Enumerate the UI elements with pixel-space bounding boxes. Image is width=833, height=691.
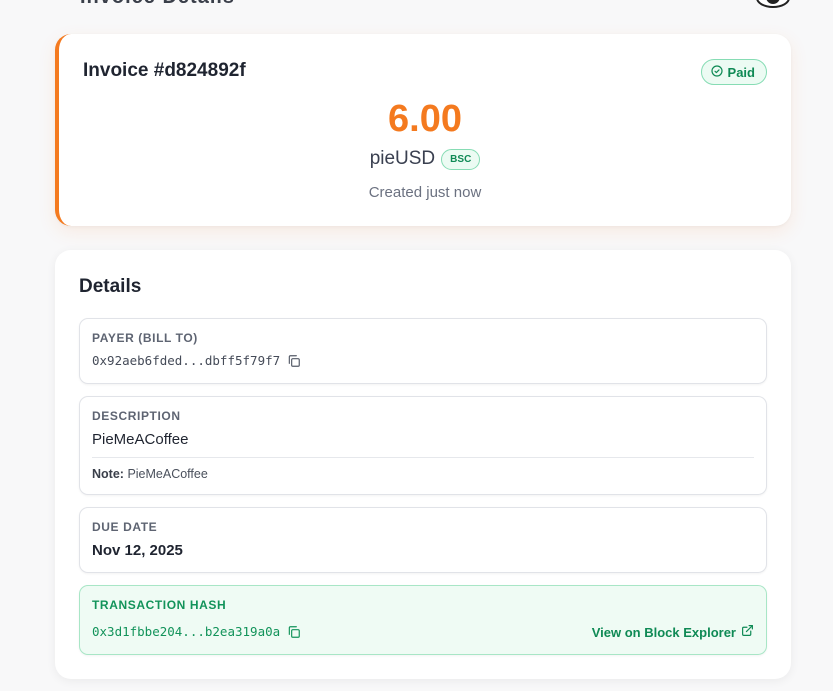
- due-date-value: Nov 12, 2025: [92, 542, 183, 559]
- transaction-hash-label: TRANSACTION HASH: [92, 598, 227, 612]
- status-badge: Paid: [700, 59, 767, 85]
- description-note: Note: PieMeACoffee: [92, 467, 208, 481]
- payer-address: 0x92aeb6fded...dbff5f79f7: [92, 353, 281, 368]
- description-value: PieMeACoffee: [92, 431, 189, 448]
- invoice-amount: 6.00: [388, 98, 462, 140]
- user-avatar[interactable]: [756, 0, 790, 8]
- invoice-summary-card: Invoice #d824892f Paid 6.00 pieUSD BSC C…: [55, 34, 791, 226]
- invoice-title: Invoice #d824892f: [83, 60, 246, 81]
- page-heading-cutoff: Invoice Details: [80, 0, 235, 9]
- explorer-link-label: View on Block Explorer: [591, 624, 736, 640]
- created-time: Created just now: [368, 184, 482, 201]
- currency-label: pieUSD: [369, 148, 436, 169]
- copy-icon[interactable]: [287, 625, 301, 639]
- transaction-hash-field: TRANSACTION HASH 0x3d1fbbe204...b2ea319a…: [79, 585, 767, 655]
- external-link-icon: [741, 624, 754, 640]
- description-label: DESCRIPTION: [92, 409, 181, 423]
- view-on-block-explorer-link[interactable]: View on Block Explorer: [592, 624, 754, 640]
- note-value: PieMeACoffee: [127, 467, 208, 481]
- chain-badge: BSC: [441, 148, 481, 170]
- due-date-field: DUE DATE Nov 12, 2025: [79, 507, 767, 573]
- details-card: Details PAYER (BILL TO) 0x92aeb6fded...d…: [55, 250, 791, 679]
- currency-row: pieUSD BSC: [59, 148, 791, 170]
- payer-value-row: 0x92aeb6fded...dbff5f79f7: [92, 353, 301, 368]
- transaction-value-row: 0x3d1fbbe204...b2ea319a0a: [92, 624, 301, 639]
- transaction-hash: 0x3d1fbbe204...b2ea319a0a: [92, 624, 281, 639]
- invoice-page: Invoice Details Invoice #d824892f Paid 6…: [0, 0, 833, 691]
- divider: [92, 457, 754, 458]
- payer-label: PAYER (BILL TO): [92, 331, 198, 345]
- payer-field: PAYER (BILL TO) 0x92aeb6fded...dbff5f79f…: [79, 318, 767, 384]
- due-date-label: DUE DATE: [92, 520, 158, 534]
- status-label: Paid: [727, 64, 755, 80]
- description-field: DESCRIPTION PieMeACoffee Note: PieMeACof…: [79, 396, 767, 495]
- check-circle-icon: [710, 64, 723, 80]
- note-label: Note:: [92, 467, 124, 481]
- copy-icon[interactable]: [287, 354, 301, 368]
- details-title: Details: [79, 276, 142, 297]
